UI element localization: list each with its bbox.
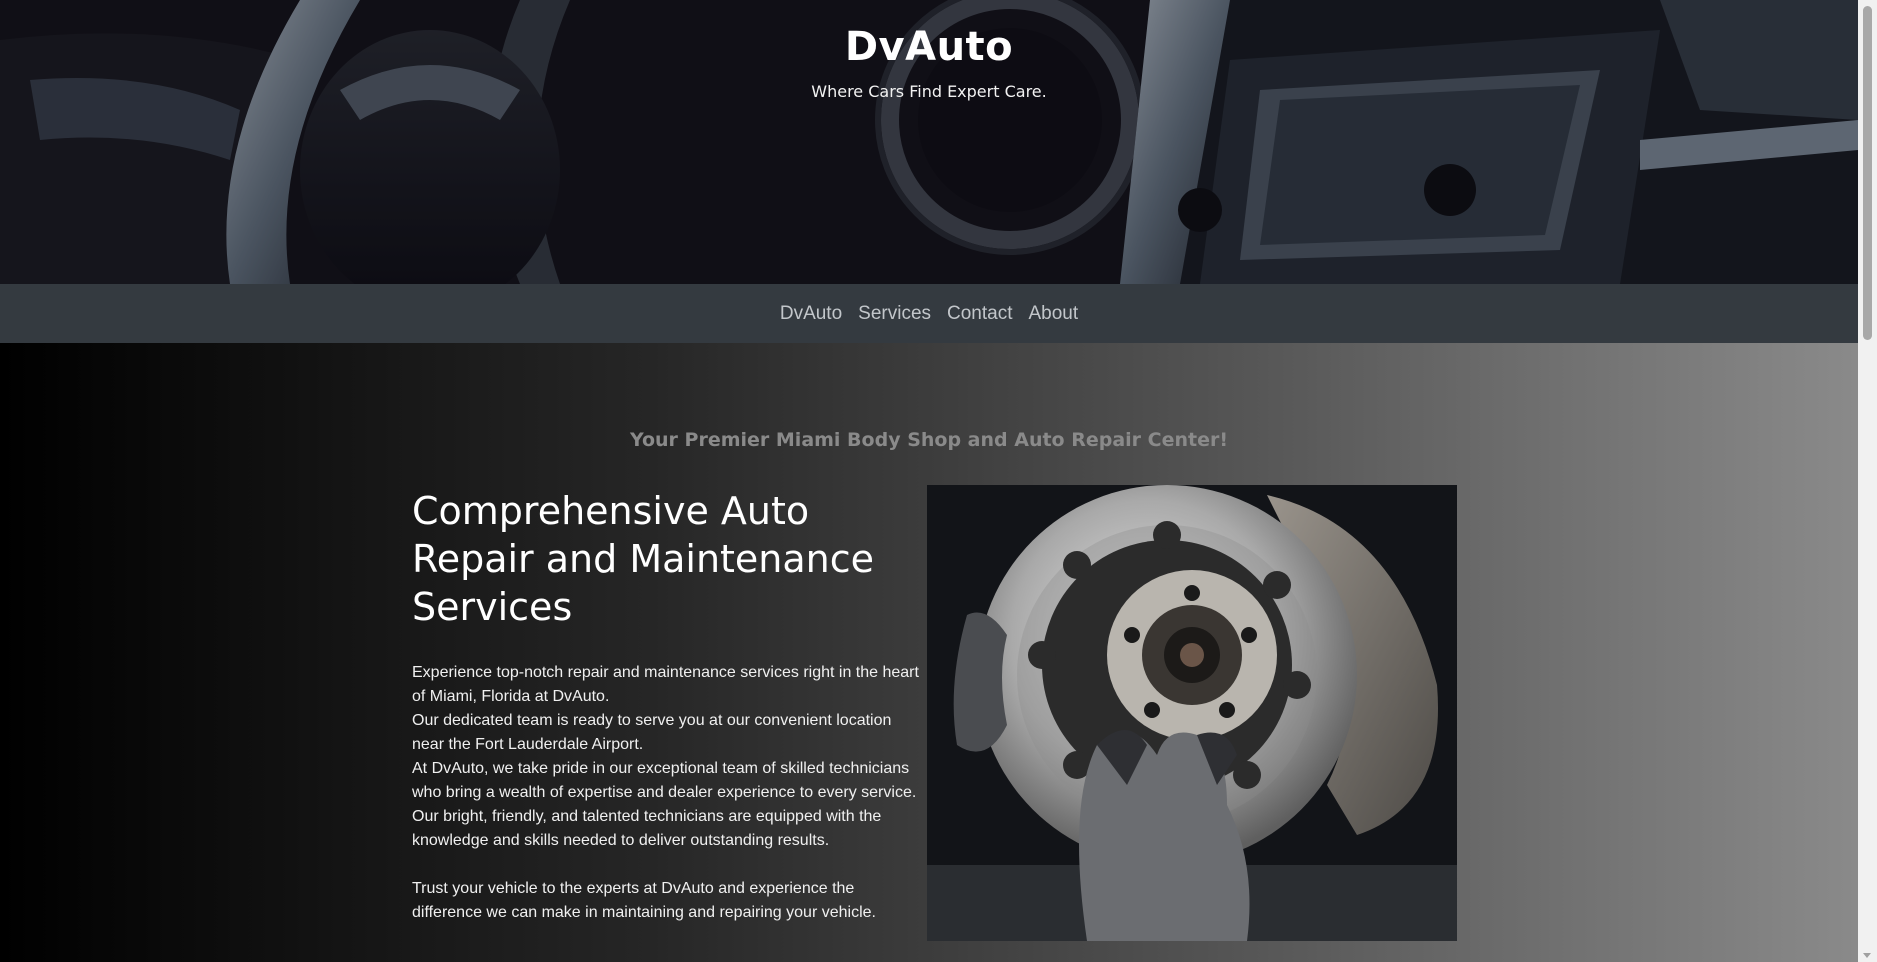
hero-banner: DvAuto Where Cars Find Expert Care. bbox=[0, 0, 1858, 284]
scrollbar-thumb[interactable] bbox=[1863, 6, 1872, 340]
section-heading: Comprehensive Auto Repair and Maintenanc… bbox=[412, 489, 875, 629]
intro-paragraph: At DvAuto, we take pride in our exceptio… bbox=[412, 760, 917, 849]
main-nav: DvAuto Services Contact About bbox=[0, 284, 1858, 343]
main-content: Your Premier Miami Body Shop and Auto Re… bbox=[0, 343, 1858, 962]
brake-disc-photo bbox=[927, 485, 1457, 941]
nav-link-about[interactable]: About bbox=[1029, 299, 1079, 329]
site-tagline: Where Cars Find Expert Care. bbox=[811, 82, 1047, 101]
nav-link-services[interactable]: Services bbox=[858, 299, 931, 329]
intro-paragraph: Experience top-notch repair and maintena… bbox=[412, 664, 919, 705]
scroll-down-arrow-icon[interactable] bbox=[1863, 953, 1871, 958]
page-viewport: DvAuto Where Cars Find Expert Care. DvAu… bbox=[0, 0, 1858, 962]
intro-paragraph: Trust your vehicle to the experts at DvA… bbox=[412, 880, 876, 921]
vertical-scrollbar[interactable] bbox=[1858, 0, 1877, 962]
section-subtitle: Your Premier Miami Body Shop and Auto Re… bbox=[629, 429, 1229, 451]
nav-link-dvauto[interactable]: DvAuto bbox=[780, 299, 842, 329]
intro-paragraph: Our dedicated team is ready to serve you… bbox=[412, 712, 892, 753]
nav-link-contact[interactable]: Contact bbox=[947, 299, 1012, 329]
intro-text: Experience top-notch repair and maintena… bbox=[412, 661, 922, 925]
site-title: DvAuto bbox=[844, 24, 1014, 70]
